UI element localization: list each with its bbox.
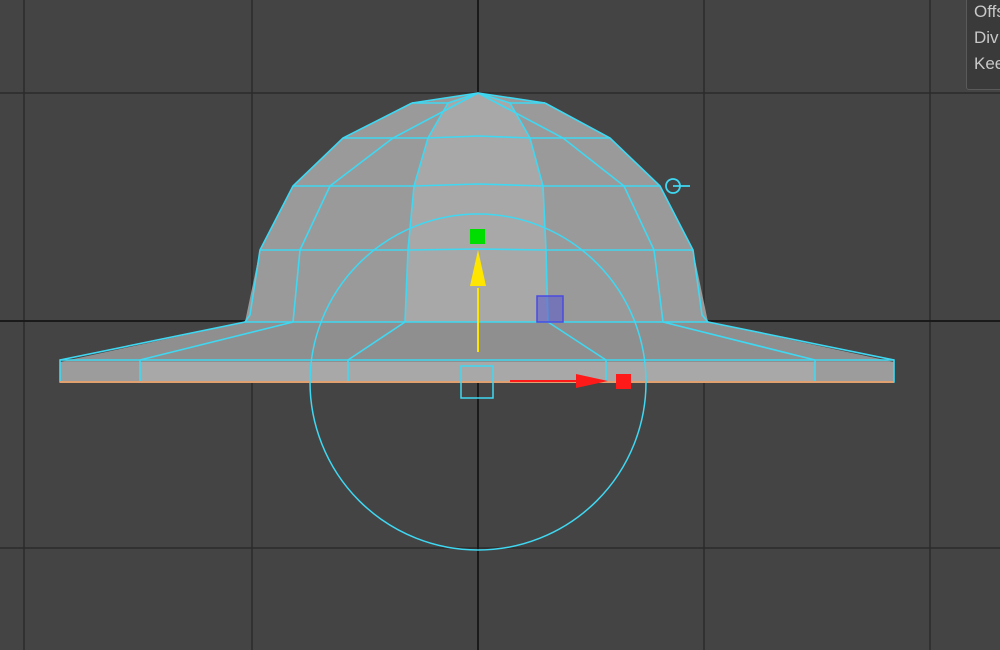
y-axis-handle[interactable]	[470, 229, 485, 244]
attribute-offset-label[interactable]: Offs	[974, 0, 1000, 25]
attribute-keep-label[interactable]: Kee	[974, 51, 1000, 77]
attribute-divisions-label[interactable]: Div	[974, 25, 1000, 51]
viewport-canvas[interactable]	[0, 0, 1000, 650]
plane-move-handle[interactable]	[536, 295, 564, 323]
brim-side-front	[140, 362, 815, 382]
attributes-panel[interactable]: Offs Div Kee	[966, 0, 1000, 90]
x-axis-handle[interactable]	[616, 374, 631, 389]
viewport-3d[interactable]: Offs Div Kee	[0, 0, 1000, 650]
pivot-icon[interactable]	[665, 178, 690, 194]
